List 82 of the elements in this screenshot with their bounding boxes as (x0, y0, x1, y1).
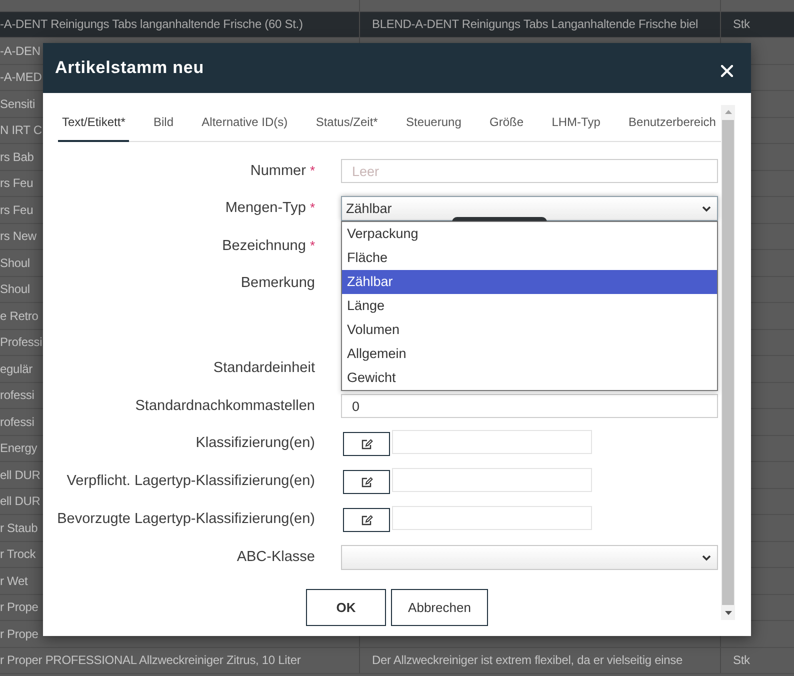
close-icon[interactable] (721, 65, 733, 77)
field-label: ABC-Klasse (236, 548, 315, 567)
scrollbar-thumb[interactable] (722, 120, 734, 605)
item-name: Professi (0, 335, 42, 350)
classification-field[interactable] (392, 468, 592, 492)
item-name: rs Feu (0, 176, 34, 190)
item-name: N IRT C (0, 123, 42, 138)
field-label: Nummer (250, 162, 306, 181)
item-name: rofessi (0, 414, 34, 429)
table-row[interactable]: r Proper PROFESSIONAL Allzweckreiniger Zitrus, 10 Liter Der Allzweckreiniger ist extrem flexibel, da er vielseitig einse Stk (0, 648, 794, 674)
dropdown[interactable]: Zählbar (341, 196, 718, 221)
item-name: Shoul (0, 256, 30, 270)
cancel-button[interactable]: Abbrechen (391, 589, 488, 626)
field-label: Klassifizierung(en) (196, 434, 315, 453)
classification-field[interactable] (392, 430, 592, 454)
required-mark: * (310, 237, 315, 255)
edit-button[interactable] (343, 508, 390, 532)
item-name: Sensiti (0, 96, 35, 111)
item-name: rofessi (0, 388, 34, 402)
dropdown-option[interactable]: Allgemein (342, 342, 717, 366)
tab[interactable]: Benutzerbereich (624, 105, 720, 142)
dropdown-option[interactable]: Volumen (342, 318, 717, 342)
dropdown-option[interactable]: Fläche (342, 246, 717, 270)
ok-button[interactable]: OK (306, 589, 386, 626)
dialog-title: Artikelstamm neu (55, 58, 204, 78)
tab[interactable]: Alternative ID(s) (198, 105, 292, 142)
item-name: r Prope (0, 600, 38, 614)
dropdown[interactable] (341, 545, 718, 570)
edit-icon (360, 438, 372, 450)
required-mark: * (310, 162, 315, 180)
table-row[interactable]: -A-DENT Reinigungs Tabs langanhaltende Frische (60 St.) BLEND-A-DENT Reinigungs Tabs Langanhaltende Frische biel Stk (0, 12, 794, 38)
item-description: Der Allzweckreiniger ist extrem flexibel, da er vielseitig einse (372, 653, 683, 668)
edit-button[interactable] (343, 432, 390, 456)
tab[interactable]: Bild (150, 105, 178, 142)
tab[interactable]: Status/Zeit* (312, 105, 382, 142)
item-name: ell DUR (0, 468, 40, 482)
item-name: -A-DENT Reinigungs Tabs langanhaltende Frische (60 St.) (0, 17, 303, 32)
field-label: Bezeichnung (222, 237, 306, 256)
chevron-down-icon (702, 554, 711, 560)
scroll-up-icon[interactable] (724, 110, 732, 114)
tab[interactable]: LHM-Typ (548, 105, 604, 142)
edit-icon (360, 476, 372, 488)
dropdown-option[interactable]: Zählbar (342, 270, 717, 294)
item-name: -A-MED (0, 70, 42, 84)
unit-label: Stk (733, 653, 750, 668)
field-label: Bemerkung (240, 274, 315, 293)
unit-label: Stk (733, 17, 750, 32)
item-description: BLEND-A-DENT Reinigungs Tabs Langanhaltende Frische biel (372, 17, 698, 32)
item-name: r Prope (0, 626, 38, 641)
field-label: Mengen-Typ (225, 199, 306, 218)
field-label: Standardnachkommastellen (135, 397, 315, 416)
item-name: r Wet (0, 574, 28, 588)
field-label: Standardeinheit (213, 359, 315, 378)
tab[interactable]: Größe (486, 105, 528, 142)
tab[interactable]: Steuerung (402, 105, 466, 142)
item-name: egulär (0, 362, 32, 376)
required-mark: * (310, 199, 315, 217)
dropdown-option[interactable]: Verpackung (342, 222, 717, 246)
item-name: rs New (0, 229, 36, 244)
chevron-down-icon (702, 206, 711, 212)
scrollbar[interactable] (721, 105, 735, 620)
item-name: Shoul (0, 282, 30, 296)
dropdown-option[interactable]: Länge (342, 294, 717, 318)
dropdown-option[interactable]: Gewicht (342, 366, 717, 390)
edit-button[interactable] (343, 470, 390, 494)
item-name: ell DUR (0, 494, 40, 508)
item-name: Energy (0, 441, 38, 456)
field-label: Bevorzugte Lagertyp-Klassifizierung(en) (57, 510, 315, 529)
item-name: r Staub (0, 520, 38, 535)
field-label: Verpflicht. Lagertyp-Klassifizierung(en) (66, 472, 315, 491)
scroll-down-icon[interactable] (724, 611, 732, 615)
text-field[interactable]: Leer (341, 159, 718, 183)
classification-field[interactable] (392, 506, 592, 530)
item-name: -A-DEN (0, 44, 40, 58)
item-name: rs Bab (0, 150, 34, 164)
edit-icon (360, 514, 372, 526)
item-name: r Proper PROFESSIONAL Allzweckreiniger Zitrus, 10 Liter (0, 653, 301, 668)
item-name: e Retro (0, 308, 38, 323)
item-name: r Trock (0, 547, 36, 562)
item-name: rs Feu (0, 202, 34, 217)
tab[interactable]: Text/Etikett* (58, 105, 130, 142)
text-field[interactable]: 0 (341, 394, 718, 418)
